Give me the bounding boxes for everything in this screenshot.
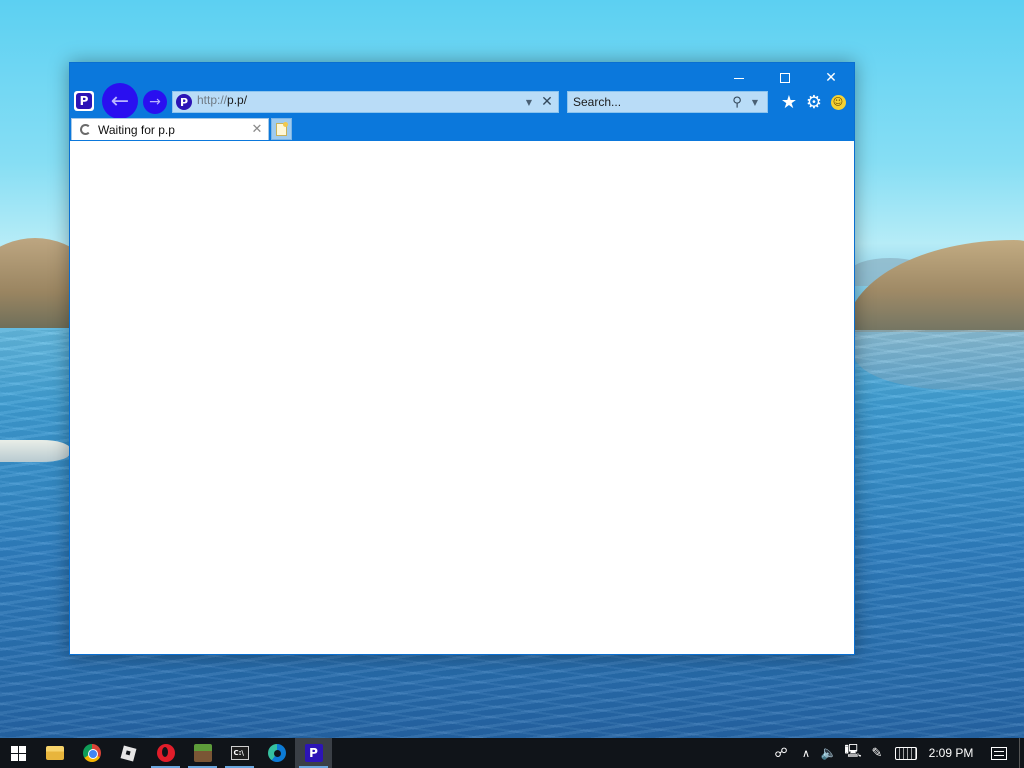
browser-titlebar[interactable]: ✕ P ← → P http://p.p/ ▼ ✕ Search... ⚲ ▼ …	[70, 63, 854, 141]
roblox-icon	[120, 745, 137, 761]
pen-icon[interactable]: ✎	[865, 738, 889, 768]
taskbar-app-cmd[interactable]: C:\	[221, 738, 258, 768]
cmd-icon: C:\	[230, 746, 249, 760]
taskbar-app-roblox[interactable]	[110, 738, 147, 768]
minimize-button[interactable]	[716, 65, 762, 91]
folder-icon	[45, 746, 64, 760]
feedback-smiley-icon[interactable]: ☺	[827, 91, 849, 113]
back-button[interactable]: ←	[102, 83, 138, 119]
address-dropdown-icon[interactable]: ▼	[520, 93, 538, 111]
tab-title: Waiting for p.p	[98, 122, 175, 137]
maximize-button[interactable]	[762, 65, 808, 91]
taskbar-app-p-browser[interactable]: P	[295, 738, 332, 768]
keyboard-icon[interactable]	[889, 738, 923, 768]
close-button[interactable]: ✕	[808, 65, 854, 91]
taskbar-app-file-explorer[interactable]	[36, 738, 73, 768]
stop-loading-icon[interactable]: ✕	[538, 93, 556, 111]
site-icon: P	[176, 94, 192, 110]
edge-icon	[267, 744, 286, 762]
browser-window: ✕ P ← → P http://p.p/ ▼ ✕ Search... ⚲ ▼ …	[69, 62, 855, 655]
notifications-icon[interactable]	[979, 738, 1019, 768]
taskbar-app-edge[interactable]	[258, 738, 295, 768]
browser-logo[interactable]: P	[74, 91, 94, 111]
search-icon[interactable]: ⚲	[728, 93, 746, 111]
search-bar[interactable]: Search... ⚲ ▼	[567, 91, 768, 113]
chrome-icon	[82, 744, 101, 762]
start-button[interactable]	[0, 738, 36, 768]
new-tab-icon	[276, 121, 288, 136]
address-input[interactable]: http://p.p/	[197, 93, 520, 111]
tab-active[interactable]: Waiting for p.p ✕	[71, 118, 269, 140]
loading-spinner-icon	[80, 124, 91, 135]
taskbar-app-opera[interactable]	[147, 738, 184, 768]
p-browser-icon: P	[304, 744, 323, 762]
favorites-star-icon[interactable]: ★	[778, 91, 800, 113]
address-path: /	[243, 93, 248, 107]
wallpaper-sandbar	[0, 440, 70, 462]
minimize-icon	[734, 77, 744, 79]
chevron-up-icon[interactable]: ∧	[795, 738, 817, 768]
windows-logo-icon	[10, 745, 26, 761]
maximize-icon	[780, 73, 790, 83]
people-icon[interactable]: ☍	[767, 738, 795, 768]
volume-icon[interactable]: 🔈	[817, 738, 841, 768]
arrow-right-icon: →	[149, 94, 161, 110]
page-content	[70, 141, 854, 654]
tab-close-icon[interactable]: ✕	[249, 122, 265, 138]
address-host: p.p	[227, 93, 244, 107]
search-provider-dropdown-icon[interactable]: ▼	[746, 93, 764, 111]
address-bar[interactable]: P http://p.p/ ▼ ✕	[172, 91, 559, 113]
show-desktop-button[interactable]	[1019, 738, 1024, 768]
system-tray: ☍ ∧ 🔈 🖳 ✎ 2:09 PM	[767, 738, 1024, 768]
opera-icon	[156, 744, 175, 762]
taskbar-app-chrome[interactable]	[73, 738, 110, 768]
gear-icon[interactable]: ⚙	[803, 91, 825, 113]
taskbar-app-minecraft[interactable]	[184, 738, 221, 768]
address-scheme: http://	[197, 93, 228, 107]
arrow-left-icon: ←	[110, 88, 130, 114]
search-input[interactable]: Search...	[573, 95, 728, 109]
wallpaper-hill-right	[846, 240, 1024, 332]
network-icon[interactable]: 🖳	[841, 738, 865, 768]
taskbar: C:\ P ☍ ∧ 🔈 🖳 ✎ 2:09 PM	[0, 738, 1024, 768]
close-icon: ✕	[825, 70, 837, 86]
forward-button[interactable]: →	[143, 90, 167, 114]
taskbar-clock[interactable]: 2:09 PM	[923, 738, 979, 768]
new-tab-button[interactable]	[271, 118, 292, 140]
browser-logo-icon: P	[76, 93, 92, 109]
minecraft-icon	[193, 744, 212, 762]
